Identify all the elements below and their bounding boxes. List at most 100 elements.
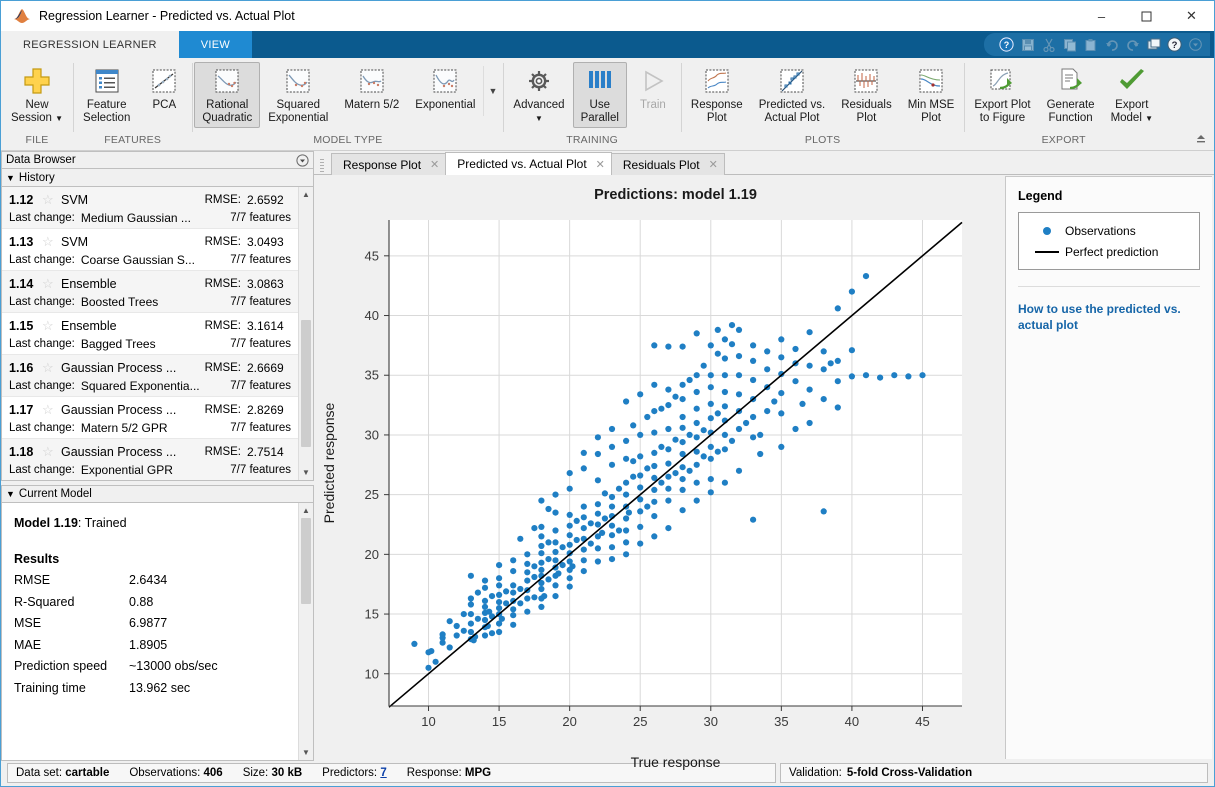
new-session-button[interactable]: NewSession ▼ <box>3 62 71 128</box>
history-scroll-track[interactable] <box>299 202 313 465</box>
history-row[interactable]: 1.15 ☆ Ensemble RMSE: 3.1614 Last change… <box>2 313 298 355</box>
doc-tab-predicted-vs-actual-plot[interactable]: Predicted vs. Actual Plot ✕ <box>445 152 612 175</box>
predicted-vs-actual-chart[interactable]: Predictions: model 1.1910152025303540451… <box>314 175 1005 761</box>
favorite-star-icon[interactable]: ☆ <box>42 234 61 250</box>
current-model-panel: Model 1.19: Trained Results RMSE 2.6434R… <box>1 503 314 761</box>
scroll-up-icon[interactable]: ▲ <box>299 187 313 202</box>
data-point <box>595 501 601 507</box>
x-tick-label: 25 <box>633 714 647 729</box>
use-parallel-button[interactable]: UseParallel <box>573 62 627 128</box>
model-gallery-more-button[interactable]: ▼ <box>483 66 501 116</box>
scroll-up-icon[interactable]: ▲ <box>299 503 313 518</box>
favorite-star-icon[interactable]: ☆ <box>42 318 61 334</box>
collapse-panel-icon[interactable] <box>296 154 309 170</box>
close-icon[interactable]: ✕ <box>709 158 718 171</box>
data-point <box>496 605 502 611</box>
history-row[interactable]: 1.18 ☆ Gaussian Process ... RMSE: 2.7514… <box>2 439 298 480</box>
data-point <box>807 329 813 335</box>
pca-button[interactable]: PCA <box>138 62 190 115</box>
close-button[interactable]: ✕ <box>1169 1 1214 31</box>
export-plot-to-figure-button[interactable]: Export Plotto Figure <box>966 62 1038 128</box>
data-point <box>482 598 488 604</box>
feature-selection-button[interactable]: FeatureSelection <box>75 62 138 128</box>
data-point <box>411 641 417 647</box>
ribbon-group-features: FeatureSelection PCA FEATURES <box>73 58 192 150</box>
status-value: 406 <box>204 767 223 779</box>
history-rmse-label: RMSE: <box>205 446 241 458</box>
help-icon[interactable]: ? <box>1166 36 1183 53</box>
help-circle-icon[interactable]: ? <box>998 36 1015 53</box>
close-icon[interactable]: ✕ <box>430 158 439 171</box>
model-rational-quadratic[interactable]: RationalQuadratic <box>194 62 260 128</box>
residuals-plot-label: ResidualsPlot <box>841 99 892 125</box>
cm-scroll-track[interactable] <box>299 518 313 745</box>
response-plot-button[interactable]: ResponsePlot <box>683 62 751 128</box>
favorite-star-icon[interactable]: ☆ <box>42 192 61 208</box>
scroll-down-icon[interactable]: ▼ <box>299 465 313 480</box>
close-icon[interactable]: ✕ <box>596 158 605 171</box>
chevron-down-icon[interactable] <box>1187 36 1204 53</box>
data-point <box>750 342 756 348</box>
current-model-scrollbar[interactable]: ▲ ▼ <box>298 503 313 760</box>
model-matern-52[interactable]: Matern 5/2 <box>336 62 407 115</box>
minimize-button[interactable]: – <box>1079 1 1124 31</box>
model-icon <box>358 66 386 96</box>
data-point <box>468 601 474 607</box>
history-row[interactable]: 1.14 ☆ Ensemble RMSE: 3.0863 Last change… <box>2 271 298 313</box>
history-last-change-label: Last change: <box>9 422 75 434</box>
data-browser-panel: Data Browser ▼ History 1.12 ☆ SVM RMSE: … <box>1 151 314 761</box>
save-icon[interactable] <box>1019 36 1036 53</box>
history-list[interactable]: 1.12 ☆ SVM RMSE: 2.6592 Last change: Med… <box>1 187 314 481</box>
parallel-icon <box>586 66 614 96</box>
cm-scroll-thumb[interactable] <box>301 518 311 604</box>
favorite-star-icon[interactable]: ☆ <box>42 402 61 418</box>
model-squared-exponential[interactable]: SquaredExponential <box>260 62 336 128</box>
status-key: Data set: <box>16 767 62 779</box>
advanced-button[interactable]: Advanced▼ <box>505 62 572 128</box>
tab-grip-icon[interactable] <box>320 157 328 175</box>
scroll-down-icon[interactable]: ▼ <box>299 745 313 760</box>
doc-tab-response-plot[interactable]: Response Plot ✕ <box>331 153 446 175</box>
current-model-header[interactable]: ▼ Current Model <box>1 485 314 503</box>
model-exponential[interactable]: Exponential <box>407 62 483 115</box>
train-button[interactable]: Train <box>627 62 679 115</box>
min-mse-plot-button[interactable]: Min MSEPlot <box>900 62 963 128</box>
ribbon-tab-strip: REGRESSION LEARNER VIEW ? <box>1 31 1214 58</box>
minimize-ribbon-icon[interactable] <box>1194 132 1208 146</box>
residuals-plot-button[interactable]: ResidualsPlot <box>833 62 900 128</box>
history-row[interactable]: 1.17 ☆ Gaussian Process ... RMSE: 2.8269… <box>2 397 298 439</box>
history-scroll-thumb[interactable] <box>301 320 311 446</box>
data-browser-title: Data Browser <box>6 154 76 166</box>
predicted-vs-actual-plot-button[interactable]: Predicted vs.Actual Plot <box>751 62 833 128</box>
layout-icon[interactable] <box>1145 36 1162 53</box>
generate-function-button[interactable]: GenerateFunction <box>1039 62 1103 128</box>
copy-icon[interactable] <box>1061 36 1078 53</box>
data-point <box>468 621 474 627</box>
model-icon <box>431 66 459 96</box>
doc-tab-residuals-plot[interactable]: Residuals Plot ✕ <box>611 153 725 175</box>
paste-icon[interactable] <box>1082 36 1099 53</box>
undo-icon[interactable] <box>1103 36 1120 53</box>
ribbon-group-training: Advanced▼ UseParallel Train TRAINING <box>503 58 681 150</box>
history-model-type: Ensemble <box>61 319 205 333</box>
how-to-use-link[interactable]: How to use the predicted vs. actual plot <box>1018 301 1200 333</box>
data-point <box>623 438 629 444</box>
data-point <box>595 434 601 440</box>
legend-label: Perfect prediction <box>1065 245 1158 259</box>
history-header[interactable]: ▼ History <box>1 169 314 187</box>
maximize-button[interactable] <box>1124 1 1169 31</box>
data-point <box>567 532 573 538</box>
redo-icon[interactable] <box>1124 36 1141 53</box>
history-row[interactable]: 1.13 ☆ SVM RMSE: 3.0493 Last change: Coa… <box>2 229 298 271</box>
tab-view[interactable]: VIEW <box>179 31 252 58</box>
tab-regression-learner[interactable]: REGRESSION LEARNER <box>1 31 179 58</box>
favorite-star-icon[interactable]: ☆ <box>42 444 61 460</box>
cut-icon[interactable] <box>1040 36 1057 53</box>
export-model-button[interactable]: ExportModel ▼ <box>1103 62 1161 128</box>
history-row[interactable]: 1.16 ☆ Gaussian Process ... RMSE: 2.6669… <box>2 355 298 397</box>
history-scrollbar[interactable]: ▲ ▼ <box>298 187 313 480</box>
data-point <box>637 453 643 459</box>
favorite-star-icon[interactable]: ☆ <box>42 360 61 376</box>
history-row[interactable]: 1.12 ☆ SVM RMSE: 2.6592 Last change: Med… <box>2 187 298 229</box>
favorite-star-icon[interactable]: ☆ <box>42 276 61 292</box>
